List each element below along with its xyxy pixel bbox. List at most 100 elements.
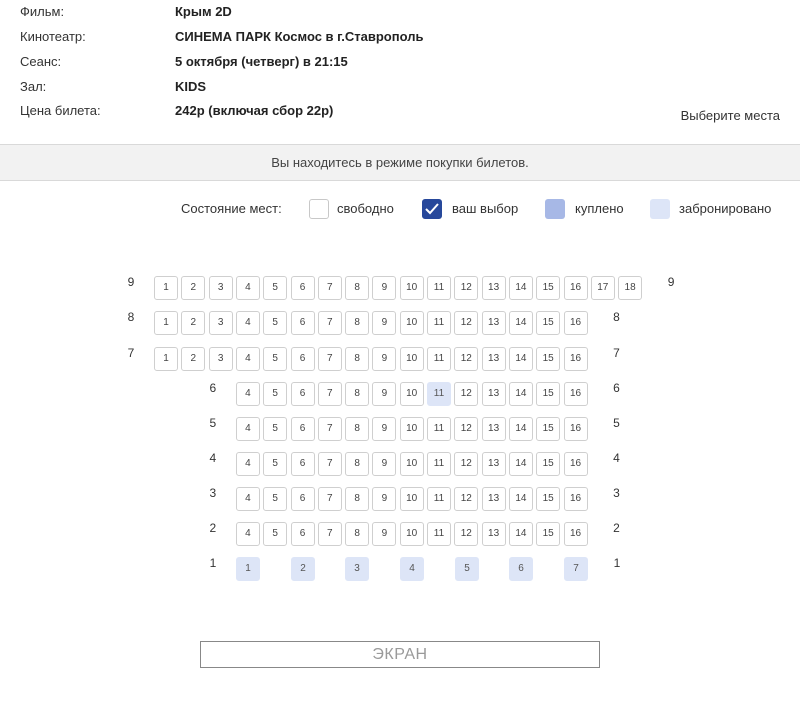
seat-r5-14[interactable]: 14 — [508, 417, 533, 441]
seat-r7-5[interactable]: 5 — [263, 347, 288, 371]
seat-r8-1[interactable]: 1 — [154, 311, 178, 335]
seat-r5-8[interactable]: 8 — [345, 417, 370, 441]
seat-r7-3[interactable]: 3 — [208, 347, 233, 371]
seat-r9-9[interactable]: 9 — [372, 276, 397, 300]
seat-r2-10[interactable]: 10 — [399, 522, 424, 546]
seat-r3-4[interactable]: 4 — [235, 487, 260, 511]
seat-r6-11[interactable]: 11 — [427, 382, 451, 406]
seat-r3-10[interactable]: 10 — [399, 487, 424, 511]
seat-r9-14[interactable]: 14 — [508, 276, 533, 300]
seat-r6-7[interactable]: 7 — [317, 382, 342, 406]
seat-r9-3[interactable]: 3 — [208, 276, 233, 300]
seat-r4-4[interactable]: 4 — [235, 452, 260, 476]
seat-r9-7[interactable]: 7 — [317, 276, 342, 300]
seat-r4-8[interactable]: 8 — [345, 452, 370, 476]
seat-r7-7[interactable]: 7 — [317, 347, 342, 371]
seat-r4-12[interactable]: 12 — [454, 452, 479, 476]
seat-r6-5[interactable]: 5 — [263, 382, 288, 406]
seat-r7-1[interactable]: 1 — [154, 347, 178, 371]
seat-r5-10[interactable]: 10 — [399, 417, 424, 441]
seat-r9-8[interactable]: 8 — [345, 276, 370, 300]
seat-r8-9[interactable]: 9 — [372, 311, 397, 335]
seat-r9-15[interactable]: 15 — [536, 276, 561, 300]
seat-r5-9[interactable]: 9 — [372, 417, 397, 441]
seat-r5-5[interactable]: 5 — [263, 417, 288, 441]
seat-r4-7[interactable]: 7 — [317, 452, 342, 476]
seat-r8-10[interactable]: 10 — [399, 311, 424, 335]
seat-r5-12[interactable]: 12 — [454, 417, 479, 441]
seat-r8-6[interactable]: 6 — [290, 311, 315, 335]
seat-r3-12[interactable]: 12 — [454, 487, 479, 511]
seat-r1-7[interactable]: 7 — [564, 557, 588, 581]
seat-r8-14[interactable]: 14 — [508, 311, 533, 335]
seat-r1-2[interactable]: 2 — [291, 557, 315, 581]
seat-r6-14[interactable]: 14 — [508, 382, 533, 406]
seat-r1-1[interactable]: 1 — [236, 557, 260, 581]
seat-r6-8[interactable]: 8 — [345, 382, 370, 406]
seat-r2-16[interactable]: 16 — [563, 522, 588, 546]
seat-r7-6[interactable]: 6 — [290, 347, 315, 371]
seat-r4-15[interactable]: 15 — [536, 452, 561, 476]
seat-r1-6[interactable]: 6 — [509, 557, 533, 581]
seat-r4-11[interactable]: 11 — [427, 452, 451, 476]
seat-r7-14[interactable]: 14 — [508, 347, 533, 371]
seat-r9-6[interactable]: 6 — [290, 276, 315, 300]
seat-r8-7[interactable]: 7 — [317, 311, 342, 335]
seat-r5-11[interactable]: 11 — [427, 417, 451, 441]
seat-r6-10[interactable]: 10 — [399, 382, 424, 406]
seat-r2-15[interactable]: 15 — [536, 522, 561, 546]
seat-r6-6[interactable]: 6 — [290, 382, 315, 406]
seat-r2-13[interactable]: 13 — [481, 522, 506, 546]
seat-r8-2[interactable]: 2 — [181, 311, 206, 335]
seat-r2-11[interactable]: 11 — [427, 522, 451, 546]
seat-r2-14[interactable]: 14 — [508, 522, 533, 546]
seat-r9-16[interactable]: 16 — [563, 276, 588, 300]
seat-r4-6[interactable]: 6 — [290, 452, 315, 476]
seat-r2-12[interactable]: 12 — [454, 522, 479, 546]
seat-r3-5[interactable]: 5 — [263, 487, 288, 511]
seat-r9-4[interactable]: 4 — [235, 276, 260, 300]
seat-r4-13[interactable]: 13 — [481, 452, 506, 476]
seat-r4-10[interactable]: 10 — [399, 452, 424, 476]
seat-r3-14[interactable]: 14 — [508, 487, 533, 511]
seat-r7-11[interactable]: 11 — [427, 347, 451, 371]
seat-r1-3[interactable]: 3 — [345, 557, 369, 581]
seat-r2-9[interactable]: 9 — [372, 522, 397, 546]
seat-r3-6[interactable]: 6 — [290, 487, 315, 511]
seat-r9-5[interactable]: 5 — [263, 276, 288, 300]
seat-r3-15[interactable]: 15 — [536, 487, 561, 511]
seat-r9-11[interactable]: 11 — [427, 276, 451, 300]
seat-r9-10[interactable]: 10 — [399, 276, 424, 300]
seat-r7-13[interactable]: 13 — [481, 347, 506, 371]
seat-r9-1[interactable]: 1 — [154, 276, 178, 300]
seat-r8-3[interactable]: 3 — [208, 311, 233, 335]
seat-r9-12[interactable]: 12 — [454, 276, 479, 300]
seat-r8-5[interactable]: 5 — [263, 311, 288, 335]
seat-r5-15[interactable]: 15 — [536, 417, 561, 441]
seat-r5-4[interactable]: 4 — [235, 417, 260, 441]
seat-r7-4[interactable]: 4 — [235, 347, 260, 371]
seat-r3-7[interactable]: 7 — [317, 487, 342, 511]
seat-r6-16[interactable]: 16 — [563, 382, 588, 406]
seat-r8-11[interactable]: 11 — [427, 311, 451, 335]
seat-r6-9[interactable]: 9 — [372, 382, 397, 406]
seat-r9-17[interactable]: 17 — [590, 276, 615, 300]
seat-r3-11[interactable]: 11 — [427, 487, 451, 511]
seat-r8-16[interactable]: 16 — [563, 311, 588, 335]
seat-r9-2[interactable]: 2 — [181, 276, 206, 300]
seat-r2-6[interactable]: 6 — [290, 522, 315, 546]
seat-r5-13[interactable]: 13 — [481, 417, 506, 441]
seat-r7-9[interactable]: 9 — [372, 347, 397, 371]
seat-r6-15[interactable]: 15 — [536, 382, 561, 406]
seat-r6-13[interactable]: 13 — [481, 382, 506, 406]
seat-r9-18[interactable]: 18 — [618, 276, 643, 300]
seat-r4-9[interactable]: 9 — [372, 452, 397, 476]
seat-r9-13[interactable]: 13 — [481, 276, 506, 300]
seat-r4-14[interactable]: 14 — [508, 452, 533, 476]
seat-r7-15[interactable]: 15 — [536, 347, 561, 371]
seat-r5-6[interactable]: 6 — [290, 417, 315, 441]
seat-r7-10[interactable]: 10 — [399, 347, 424, 371]
seat-r4-5[interactable]: 5 — [263, 452, 288, 476]
seat-r2-7[interactable]: 7 — [317, 522, 342, 546]
seat-r8-12[interactable]: 12 — [454, 311, 479, 335]
